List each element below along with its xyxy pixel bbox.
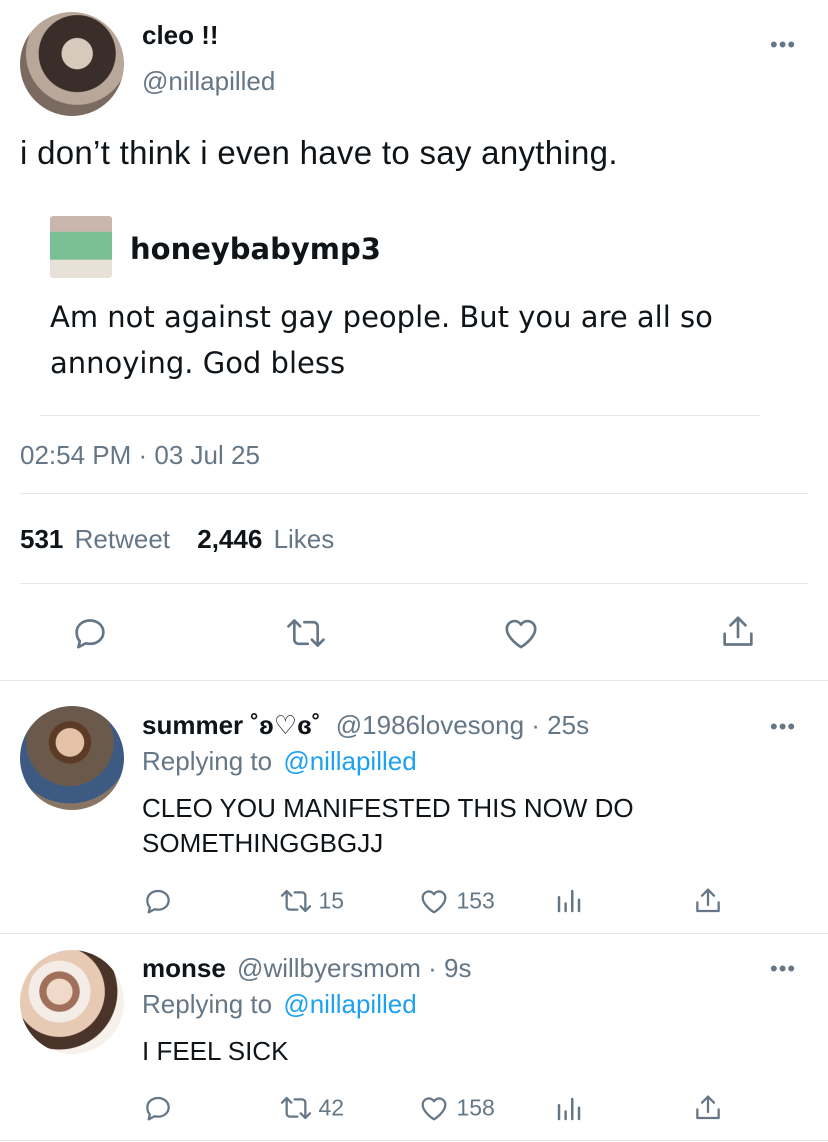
replying-to-line: Replying to @nillapilled <box>142 989 417 1020</box>
replying-to-handle[interactable]: @nillapilled <box>283 989 416 1019</box>
retweet-label[interactable]: Retweet <box>75 524 170 554</box>
reply-display-name[interactable]: monse <box>142 953 226 983</box>
quoted-divider <box>40 415 760 416</box>
share-icon[interactable] <box>692 1091 724 1125</box>
more-icon[interactable]: ••• <box>770 34 796 56</box>
reply-text-line1: I FEEL SICK <box>142 1036 289 1066</box>
tweet-timestamp[interactable]: 02:54 PM · 03 Jul 25 <box>20 440 260 471</box>
like-icon <box>416 1092 452 1124</box>
retweet-icon[interactable] <box>284 613 328 653</box>
replying-prefix: Replying to <box>142 989 273 1019</box>
engagement-stats: 531 Retweet 2,446 Likes <box>20 524 334 555</box>
like-count: 153 <box>456 887 495 914</box>
like-count: 158 <box>456 1094 495 1121</box>
replying-to-handle[interactable]: @nillapilled <box>283 746 416 776</box>
analytics-icon[interactable] <box>554 886 584 916</box>
like-label[interactable]: Likes <box>274 524 335 554</box>
reply-display-name[interactable]: summer ˚ʚ♡ɞ˚ <box>142 710 321 740</box>
divider <box>20 583 808 584</box>
like-icon <box>416 885 452 917</box>
author-avatar[interactable] <box>20 12 124 116</box>
quoted-username[interactable]: honeybabymp3 <box>130 232 381 266</box>
reply-icon[interactable] <box>142 885 174 917</box>
section-divider <box>0 933 828 934</box>
share-icon[interactable] <box>692 884 724 918</box>
reply-header: monse @willbyersmom · 9s <box>142 953 471 984</box>
share-icon[interactable] <box>718 611 758 653</box>
retweet-icon <box>278 885 314 917</box>
like-action[interactable]: 158 <box>416 1092 495 1124</box>
quoted-post[interactable]: honeybabymp3 Am not against gay people. … <box>50 212 762 412</box>
divider <box>20 493 808 494</box>
more-icon[interactable]: ••• <box>770 958 796 980</box>
quoted-avatar <box>50 216 112 278</box>
more-icon[interactable]: ••• <box>770 716 796 738</box>
reply-header: summer ˚ʚ♡ɞ˚ @1986lovesong · 25s <box>142 710 589 741</box>
retweet-action[interactable]: 42 <box>278 1092 344 1124</box>
reply-text-line2: SOMETHINGGBGJJ <box>142 828 384 858</box>
retweet-count[interactable]: 531 <box>20 524 63 554</box>
reply-avatar[interactable] <box>20 950 124 1054</box>
retweet-count: 42 <box>318 1094 345 1121</box>
author-display-name[interactable]: cleo !! <box>142 20 219 51</box>
section-divider <box>0 1140 828 1141</box>
reply-handle-time[interactable]: @1986lovesong · 25s <box>336 710 589 740</box>
reply-icon[interactable] <box>70 613 110 653</box>
quoted-text-line2: annoying. God bless <box>50 346 346 380</box>
reply-handle-time[interactable]: @willbyersmom · 9s <box>237 953 471 983</box>
like-icon[interactable] <box>500 613 542 653</box>
replying-prefix: Replying to <box>142 746 273 776</box>
reply-avatar[interactable] <box>20 706 124 810</box>
quoted-text-line1: Am not against gay people. But you are a… <box>50 300 713 334</box>
reply-icon[interactable] <box>142 1092 174 1124</box>
retweet-count: 15 <box>318 887 345 914</box>
analytics-icon[interactable] <box>554 1094 584 1124</box>
replying-to-line: Replying to @nillapilled <box>142 746 417 777</box>
retweet-icon <box>278 1092 314 1124</box>
author-handle[interactable]: @nillapilled <box>142 66 275 97</box>
reply-text-line1: CLEO YOU MANIFESTED THIS NOW DO <box>142 793 634 823</box>
like-count[interactable]: 2,446 <box>197 524 262 554</box>
section-divider <box>0 680 828 681</box>
retweet-action[interactable]: 15 <box>278 885 344 917</box>
like-action[interactable]: 153 <box>416 885 495 917</box>
tweet-text: i don’t think i even have to say anythin… <box>20 134 618 171</box>
